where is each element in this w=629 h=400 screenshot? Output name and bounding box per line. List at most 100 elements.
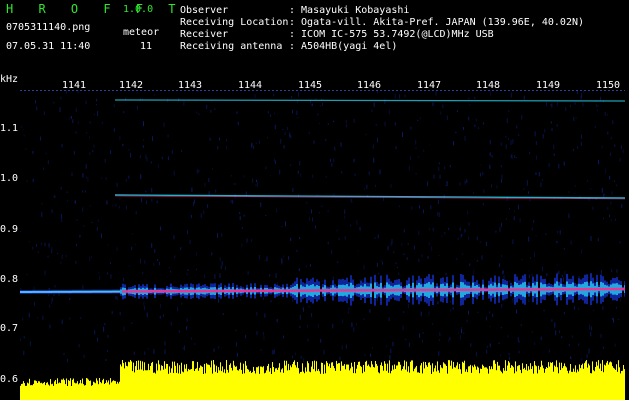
echo-peak xyxy=(604,287,606,291)
echo-peak xyxy=(198,289,200,293)
noise-speck xyxy=(517,204,519,210)
level-bar xyxy=(500,370,501,400)
echo-peak xyxy=(266,289,268,292)
noise-speck xyxy=(609,214,610,217)
noise-speck xyxy=(377,299,378,302)
level-bar xyxy=(29,378,30,400)
level-bar xyxy=(428,362,429,400)
level-bar xyxy=(339,363,340,400)
level-bar xyxy=(326,361,327,400)
noise-speck xyxy=(597,105,599,107)
level-bar xyxy=(32,385,33,400)
echo-peak xyxy=(548,288,550,291)
level-bar xyxy=(611,362,612,400)
noise-speck xyxy=(408,165,410,171)
level-bar xyxy=(216,365,217,400)
noise-speck xyxy=(191,187,193,193)
y-tick: 0.9 xyxy=(0,224,19,235)
noise-speck xyxy=(359,279,361,281)
noise-speck xyxy=(542,134,544,139)
noise-speck xyxy=(485,241,487,246)
noise-speck xyxy=(143,139,144,141)
echo-peak xyxy=(588,288,590,291)
level-bar xyxy=(325,373,326,400)
level-bar xyxy=(258,366,259,400)
noise-speck xyxy=(75,131,77,134)
level-bar xyxy=(517,366,518,400)
level-bar xyxy=(468,366,469,400)
level-bar xyxy=(403,366,404,400)
noise-speck xyxy=(153,349,155,354)
antenna-value: : A504HB(yagi 4el) xyxy=(289,41,398,52)
echo-peak xyxy=(284,289,286,292)
noise-speck xyxy=(559,330,560,333)
level-bar xyxy=(624,369,625,400)
noise-speck xyxy=(283,335,284,339)
echo-peak xyxy=(238,289,240,293)
level-bar xyxy=(304,373,305,400)
noise-speck xyxy=(41,202,43,205)
noise-speck xyxy=(59,107,61,112)
noise-speck xyxy=(368,171,370,175)
noise-speck xyxy=(450,309,452,312)
echo-peak xyxy=(308,289,310,292)
level-bar xyxy=(407,371,408,400)
noise-speck xyxy=(290,134,292,139)
noise-speck xyxy=(509,208,510,210)
level-bar xyxy=(251,373,252,400)
noise-speck xyxy=(236,342,237,347)
noise-speck xyxy=(468,310,469,315)
noise-speck xyxy=(540,336,542,341)
noise-speck xyxy=(95,104,97,106)
noise-speck xyxy=(379,169,381,175)
echo-peak xyxy=(246,289,248,293)
level-bar xyxy=(344,364,345,400)
level-bar xyxy=(222,366,223,400)
noise-speck xyxy=(439,332,441,335)
noise-speck xyxy=(208,178,210,183)
level-bar xyxy=(198,370,199,400)
level-bar xyxy=(27,382,28,400)
noise-speck xyxy=(186,272,188,276)
noise-speck xyxy=(186,326,188,329)
echo-peak xyxy=(536,288,538,291)
noise-speck xyxy=(499,227,501,232)
level-bar xyxy=(422,373,423,400)
echo-peak xyxy=(326,289,328,292)
noise-speck xyxy=(423,149,425,152)
noise-speck xyxy=(204,183,206,187)
echo-peak xyxy=(356,289,358,292)
noise-speck xyxy=(407,304,409,309)
noise-speck xyxy=(528,270,530,272)
echo-peak xyxy=(350,289,352,292)
echo-peak xyxy=(292,289,294,292)
noise-speck xyxy=(557,231,559,234)
noise-speck xyxy=(544,128,546,133)
noise-speck xyxy=(142,145,144,148)
level-bar xyxy=(114,380,115,400)
level-bar xyxy=(307,361,308,400)
noise-speck xyxy=(180,247,182,250)
level-bar xyxy=(538,365,539,400)
level-bar xyxy=(379,373,380,400)
level-bar xyxy=(546,367,547,400)
noise-speck xyxy=(256,179,257,182)
level-bar xyxy=(564,363,565,400)
noise-speck xyxy=(235,328,237,332)
noise-speck xyxy=(372,144,374,149)
noise-speck xyxy=(501,254,503,258)
level-bar xyxy=(502,373,503,400)
level-bar xyxy=(557,367,558,400)
noise-speck xyxy=(60,96,62,100)
echo-peak xyxy=(410,288,412,292)
noise-speck xyxy=(239,216,241,220)
level-bar xyxy=(450,365,451,400)
level-bar xyxy=(477,366,478,400)
level-bar xyxy=(48,384,49,400)
echo-peak xyxy=(188,290,190,293)
spectrogram-plot xyxy=(20,90,625,400)
noise-speck xyxy=(186,318,188,322)
level-bar xyxy=(539,369,540,400)
level-bar xyxy=(376,363,377,400)
level-bar xyxy=(454,367,455,400)
